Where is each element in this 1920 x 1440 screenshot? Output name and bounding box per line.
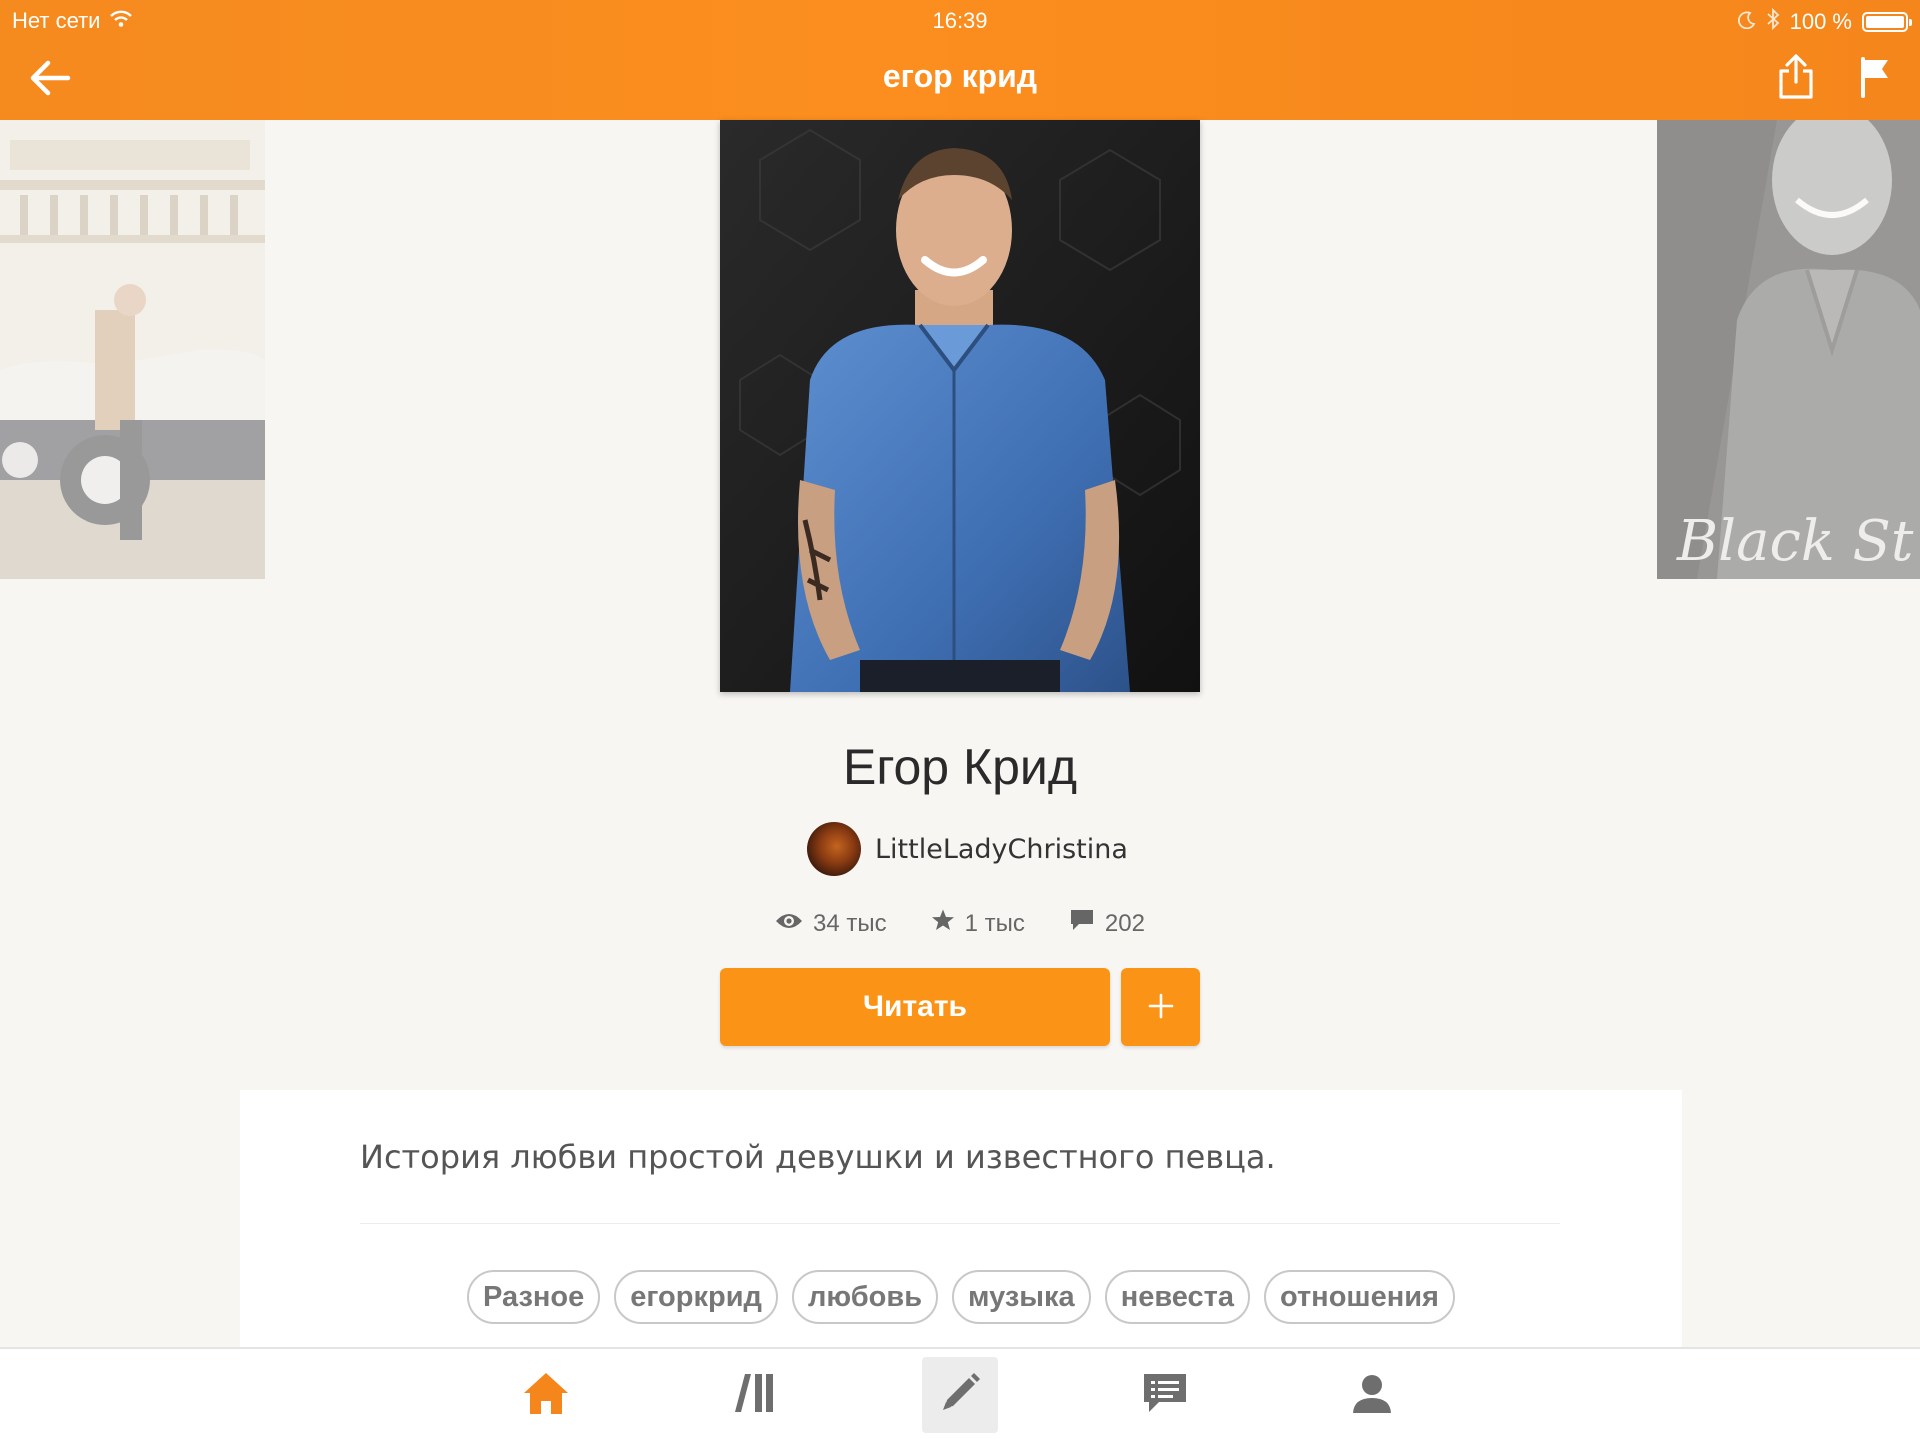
tag-chip[interactable]: Разное xyxy=(467,1270,601,1324)
bluetooth-icon xyxy=(1766,7,1780,36)
pencil-icon xyxy=(937,1370,983,1421)
tag-chip[interactable]: отношения xyxy=(1263,1270,1455,1324)
avatar xyxy=(807,822,861,876)
tab-profile[interactable] xyxy=(1334,1357,1410,1433)
author-name: LittleLadyChristina xyxy=(875,833,1128,865)
next-cover-title: Black St xyxy=(1676,509,1914,574)
description-card: История любви простой девушки и известно… xyxy=(240,1090,1682,1350)
tag-chip[interactable]: любовь xyxy=(791,1270,939,1324)
flag-icon[interactable] xyxy=(1858,56,1892,98)
library-icon xyxy=(731,1370,777,1421)
tag-chip[interactable]: музыка xyxy=(952,1270,1091,1324)
comments-stat: 202 xyxy=(1069,908,1145,939)
tab-library[interactable] xyxy=(716,1357,792,1433)
moon-icon xyxy=(1737,9,1756,35)
battery-icon xyxy=(1862,12,1912,32)
home-icon xyxy=(521,1370,571,1421)
tab-write[interactable] xyxy=(922,1357,998,1433)
profile-icon xyxy=(1350,1371,1394,1420)
next-story-cover[interactable]: Black St xyxy=(1657,120,1920,579)
add-to-library-button[interactable] xyxy=(1121,968,1200,1046)
divider xyxy=(360,1223,1560,1224)
clock: 16:39 xyxy=(932,8,988,33)
status-bar: Нет сети 16:39 100 % xyxy=(0,0,1920,38)
share-icon[interactable] xyxy=(1776,52,1816,100)
tag-chip[interactable]: невеста xyxy=(1104,1270,1250,1324)
messages-icon xyxy=(1141,1371,1189,1420)
votes-stat: 1 тыс xyxy=(931,908,1025,939)
read-button[interactable]: Читать xyxy=(720,968,1110,1046)
author-link[interactable]: LittleLadyChristina xyxy=(807,822,1128,876)
story-description: История любви простой девушки и известно… xyxy=(360,1138,1276,1176)
comment-icon xyxy=(1069,908,1095,939)
comments-count: 202 xyxy=(1104,909,1145,937)
reads-count: 34 тыс xyxy=(813,909,887,937)
nav-title: егор крид xyxy=(882,58,1038,94)
story-stats: 34 тыс 1 тыс 202 xyxy=(0,908,1920,939)
story-cover-image xyxy=(720,120,1200,692)
tab-messages[interactable] xyxy=(1127,1357,1203,1433)
reads-stat: 34 тыс xyxy=(775,908,887,939)
story-title: Егор Крид xyxy=(842,739,1078,795)
star-icon xyxy=(931,908,955,939)
tab-home[interactable] xyxy=(508,1357,584,1433)
bottom-tab-bar xyxy=(0,1347,1920,1440)
plus-icon xyxy=(1148,993,1174,1022)
eye-icon xyxy=(775,910,803,938)
votes-count: 1 тыс xyxy=(964,909,1025,937)
tag-chip[interactable]: егоркрид xyxy=(614,1270,778,1324)
top-bar: Нет сети 16:39 100 % егор крид xyxy=(0,0,1920,120)
nav-bar: егор крид xyxy=(0,38,1920,120)
tag-list: Разное егоркрид любовь музыка невеста от… xyxy=(240,1270,1682,1324)
status-right: 100 % xyxy=(1737,7,1912,36)
battery-label: 100 % xyxy=(1789,9,1852,34)
previous-story-cover[interactable] xyxy=(0,120,265,579)
